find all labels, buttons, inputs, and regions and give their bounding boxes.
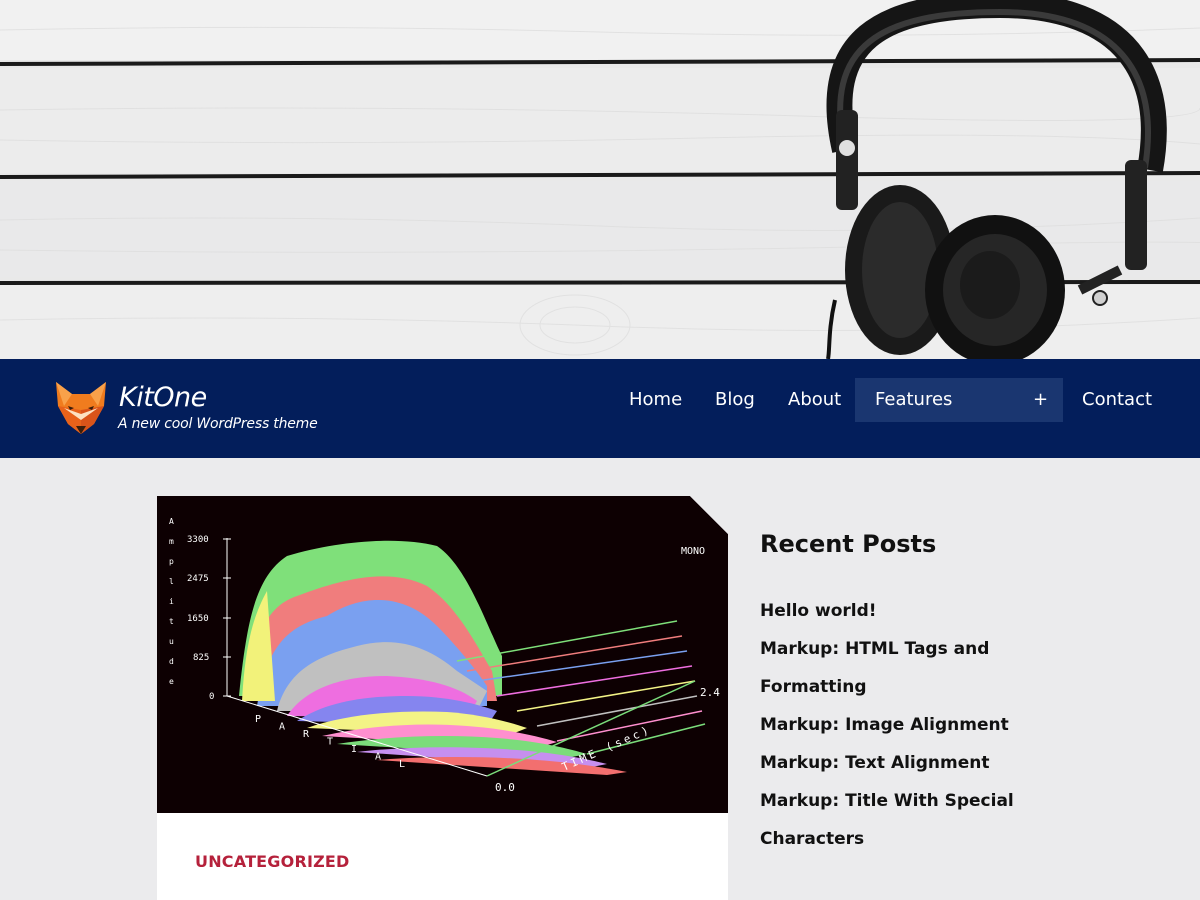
nav-item-blog[interactable]: Blog	[715, 378, 755, 422]
recent-post-link[interactable]: Markup: HTML Tags and Formatting	[760, 639, 989, 697]
y-tick-label: 0	[209, 692, 214, 702]
recent-posts-list: Hello world! Markup: HTML Tags and Forma…	[760, 592, 1060, 858]
nav-item-features-label[interactable]: Features	[875, 378, 952, 422]
recent-posts-title: Recent Posts	[760, 530, 937, 558]
post-thumbnail[interactable]: 3300 2475 1650 825 0 Amplitude 0.0 2.4 P…	[157, 496, 728, 813]
z-tick-label: 0.0	[495, 781, 515, 794]
post-card: 3300 2475 1650 825 0 Amplitude 0.0 2.4 P…	[157, 496, 728, 900]
submenu-expand-icon[interactable]: +	[1033, 378, 1048, 422]
chart-mode-label: MONO	[681, 546, 705, 557]
y-axis-label: Amplitude	[169, 517, 174, 686]
site-description: A new cool WordPress theme	[118, 416, 318, 432]
y-tick-label: 1650	[187, 614, 209, 624]
y-tick-label: 2475	[187, 574, 209, 584]
header-image	[0, 0, 1200, 359]
y-tick-label: 3300	[187, 535, 209, 545]
recent-post-link[interactable]: Markup: Image Alignment	[760, 715, 1009, 735]
list-item: Markup: Text Alignment	[760, 744, 1060, 782]
list-item: Hello world!	[760, 592, 1060, 630]
nav-item-features[interactable]: Features +	[855, 378, 1063, 422]
list-item: Markup: Title With Special Characters	[760, 782, 1060, 858]
site-title[interactable]: KitOne	[119, 382, 207, 413]
list-item: Markup: HTML Tags and Formatting	[760, 630, 1060, 706]
z-tick-label: 2.4	[700, 686, 720, 699]
recent-post-link[interactable]: Markup: Text Alignment	[760, 753, 990, 773]
nav-item-contact[interactable]: Contact	[1082, 378, 1152, 422]
list-item: Markup: Image Alignment	[760, 706, 1060, 744]
recent-post-link[interactable]: Hello world!	[760, 601, 877, 621]
y-tick-label: 825	[193, 653, 209, 663]
site-header-bar: KitOne A new cool WordPress theme Home B…	[0, 359, 1200, 458]
fox-head-icon[interactable]	[54, 380, 108, 436]
nav-item-about[interactable]: About	[788, 378, 841, 422]
nav-item-home[interactable]: Home	[629, 378, 682, 422]
corner-fold-cut	[690, 496, 728, 534]
recent-post-link[interactable]: Markup: Title With Special Characters	[760, 791, 1014, 849]
post-category-link[interactable]: UNCATEGORIZED	[195, 852, 350, 871]
